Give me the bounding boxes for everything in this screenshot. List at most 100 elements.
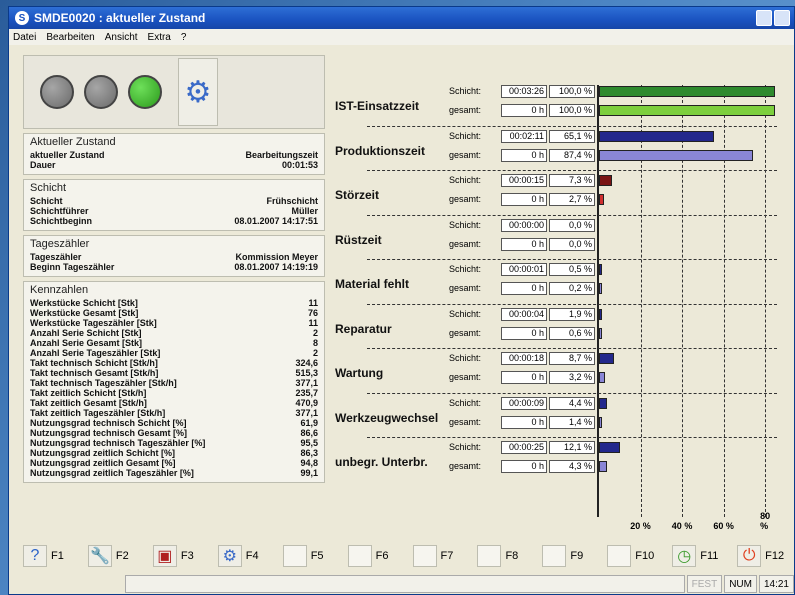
menu-bearbeiten[interactable]: Bearbeiten: [46, 32, 94, 43]
info-label: Werkstücke Schicht [Stk]: [30, 298, 138, 308]
info-label: Tageszähler: [30, 252, 82, 262]
fkey-label: F8: [505, 550, 519, 562]
info-value: 2: [312, 348, 318, 358]
info-row: Werkstücke Tageszähler [Stk] 11: [30, 318, 318, 328]
bar-gesamt: [599, 461, 607, 472]
fkey-label: F9: [570, 550, 584, 562]
info-row: Schichtbeginn 08.01.2007 14:17:51: [30, 216, 318, 226]
bar-gesamt: [599, 327, 602, 339]
info-value: 2: [312, 328, 318, 338]
info-row: Takt technisch Gesamt [Stk/h] 515,3: [30, 368, 318, 378]
row-label-gesamt: gesamt:: [449, 416, 482, 427]
axis-tick-label: 80 %: [760, 511, 771, 531]
bar-schicht: [599, 86, 775, 97]
fkey-f2[interactable]: 🔧 F2: [87, 545, 147, 567]
time-value: 0 h: [501, 104, 547, 117]
time-value: 00:00:04: [501, 307, 547, 321]
info-label: Nutzungsgrad zeitlich Gesamt [%]: [30, 458, 176, 468]
info-row: Takt zeitlich Schicht [Stk/h] 235,7: [30, 388, 318, 398]
row-label-gesamt: gesamt:: [449, 105, 482, 115]
time-value: 0 h: [501, 415, 547, 429]
percent-value: 100,0 %: [549, 104, 595, 117]
info-value: 8: [312, 338, 318, 348]
group-tageszaehler: Tageszähler Tageszähler Kommission Meyer B…: [23, 235, 325, 277]
help-icon: ?: [23, 545, 47, 567]
fkey-f3[interactable]: ▣ F3: [152, 545, 212, 567]
percent-value: 65,1 %: [549, 129, 595, 143]
maximize-button[interactable]: [774, 10, 790, 26]
fkey-f5[interactable]: F5: [282, 545, 342, 567]
menu-ansicht[interactable]: Ansicht: [105, 32, 138, 43]
group-separator: [367, 303, 777, 305]
info-value: Bearbeitungszeit: [245, 150, 318, 160]
bar-gesamt: [599, 105, 775, 116]
category-label: Produktionszeit: [335, 143, 426, 158]
info-row: Takt technisch Schicht [Stk/h] 324,6: [30, 358, 318, 368]
row-label-schicht: Schicht:: [449, 86, 482, 96]
fkey-f11[interactable]: ◷ F11: [672, 545, 731, 567]
bar-schicht: [599, 175, 612, 186]
time-value: 0 h: [501, 193, 547, 206]
info-row: Takt zeitlich Gesamt [Stk/h] 470,9: [30, 398, 318, 408]
percent-value: 2,7 %: [549, 193, 595, 206]
time-value: 0 h: [501, 237, 547, 251]
fkey-f4[interactable]: ⚙ F4: [217, 545, 277, 567]
menu-datei[interactable]: Datei: [13, 32, 36, 43]
group-separator: [367, 214, 777, 216]
info-label: Nutzungsgrad zeitlich Schicht [%]: [30, 448, 176, 458]
percent-value: 100,0 %: [549, 85, 595, 98]
minimize-button[interactable]: [756, 10, 772, 26]
blank-key-icon: [477, 545, 502, 567]
fkey-f10[interactable]: F10: [607, 545, 666, 567]
power-icon: ⏻: [737, 545, 762, 567]
info-value: 94,8: [300, 458, 318, 468]
menu-help[interactable]: ?: [181, 32, 187, 43]
info-label: Beginn Tageszähler: [30, 262, 115, 272]
time-value: 00:00:25: [501, 441, 547, 454]
fkey-f7[interactable]: F7: [412, 545, 472, 567]
percent-value: 0,5 %: [549, 263, 595, 276]
fkey-f9[interactable]: F9: [542, 545, 601, 567]
row-label-gesamt: gesamt:: [449, 461, 482, 471]
fkey-label: F2: [115, 550, 129, 562]
config-button[interactable]: ⚙: [178, 58, 218, 126]
fkey-f6[interactable]: F6: [347, 545, 407, 567]
bar-gesamt: [599, 194, 604, 205]
fkey-f8[interactable]: F8: [477, 545, 536, 567]
time-value: 00:00:18: [501, 352, 547, 365]
percent-value: 0,0 %: [549, 237, 595, 251]
info-value: Kommission Meyer: [235, 252, 318, 262]
info-row: Nutzungsgrad technisch Schicht [%] 61,9: [30, 418, 318, 428]
fkey-label: F1: [51, 550, 64, 562]
time-value: 0 h: [501, 326, 547, 340]
percent-value: 4,4 %: [549, 396, 595, 410]
blank-key-icon: [607, 545, 632, 567]
percent-value: 87,4 %: [549, 148, 595, 162]
bar-schicht: [599, 442, 621, 453]
info-value: 86,3: [300, 448, 318, 458]
axis-tick-label: 20 %: [630, 521, 651, 531]
row-label-schicht: Schicht:: [449, 397, 482, 408]
info-row: Tageszähler Kommission Meyer: [30, 252, 318, 262]
info-row: Nutzungsgrad zeitlich Schicht [%] 86,3: [30, 448, 318, 458]
chart-plot-area: 20 % 40 % 60 % 80 %: [597, 85, 775, 531]
percent-value: 7,3 %: [549, 174, 595, 187]
group-title: Tageszähler: [30, 238, 90, 250]
info-row: Nutzungsgrad zeitlich Tageszähler [%] 99,…: [30, 468, 318, 478]
row-label-schicht: Schicht:: [449, 353, 482, 363]
info-row: Nutzungsgrad technisch Gesamt [%] 86,6: [30, 428, 318, 438]
bar-schicht: [599, 130, 714, 142]
fkey-f1[interactable]: ? F1: [23, 545, 82, 567]
time-chart: 20 % 40 % 60 % 80 % IST-Einsatzzeit Schicht:…: [327, 55, 781, 531]
percent-value: 4,3 %: [549, 460, 595, 473]
group-aktueller-zustand: Aktueller Zustand aktueller Zustand Bearb…: [23, 133, 325, 175]
info-row: Anzahl Serie Tageszähler [Stk] 2: [30, 348, 318, 358]
machine-icon: ▣: [152, 545, 177, 567]
info-label: Anzahl Serie Tageszähler [Stk]: [30, 348, 161, 358]
fkey-f12[interactable]: ⏻ F12: [737, 545, 794, 567]
info-label: Takt zeitlich Tageszähler [Stk/h]: [30, 408, 166, 418]
menu-extra[interactable]: Extra: [148, 32, 171, 43]
row-label-schicht: Schicht:: [449, 219, 482, 230]
status-message: [124, 575, 685, 593]
info-row: Nutzungsgrad technisch Tageszähler [%] 95…: [30, 438, 318, 448]
